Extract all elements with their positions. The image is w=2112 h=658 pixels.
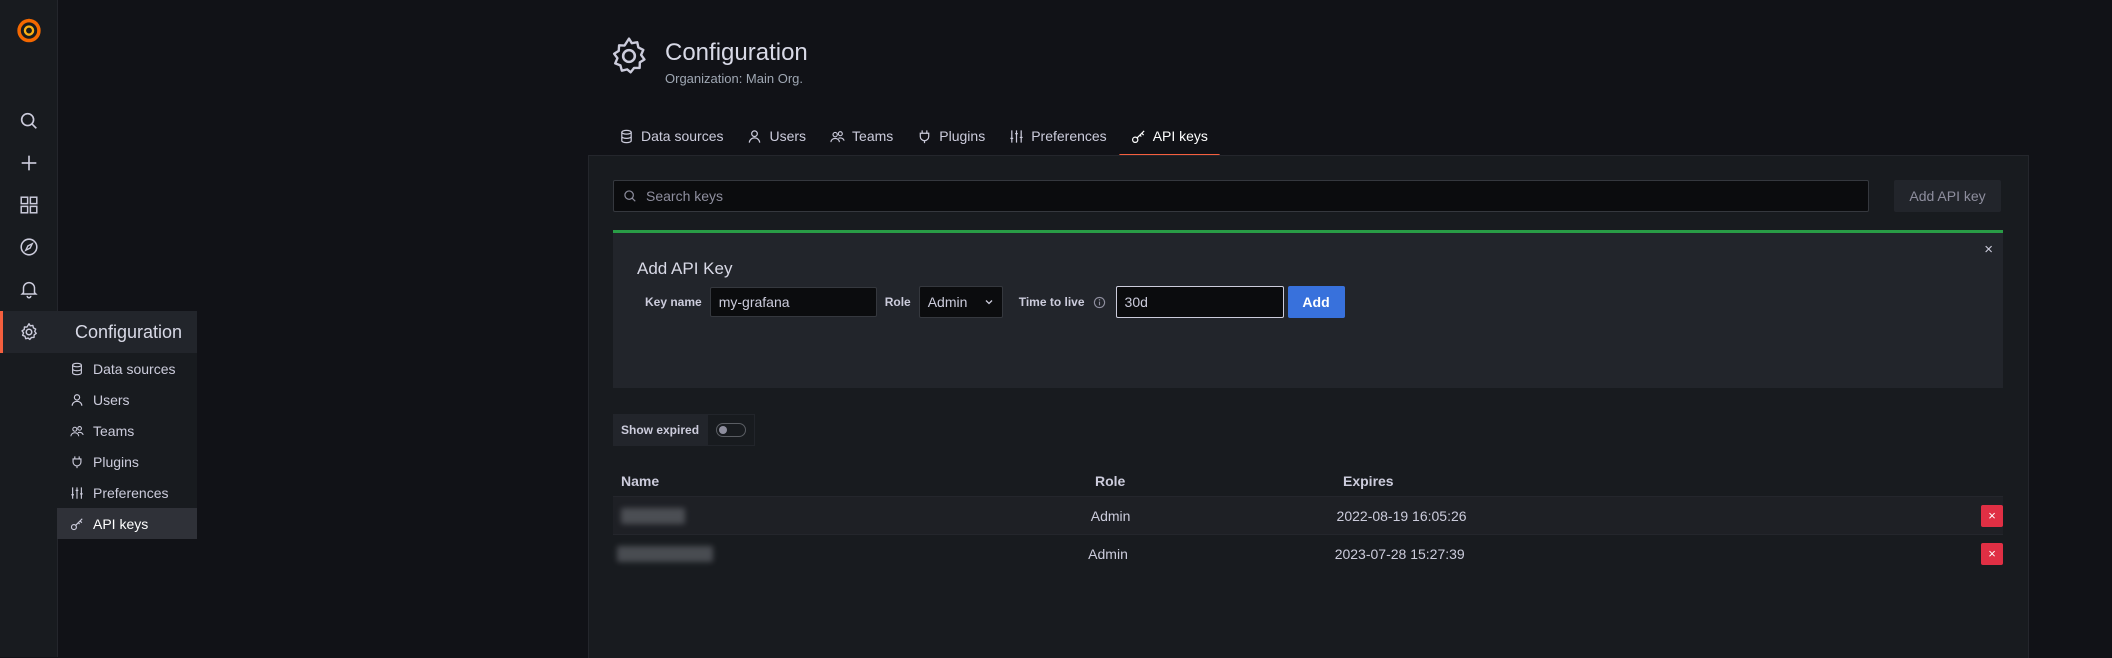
page-subtitle: Organization: Main Org. xyxy=(665,71,804,86)
tab-preferences[interactable]: Preferences xyxy=(997,117,1118,155)
tab-api-keys[interactable]: API keys xyxy=(1118,117,1221,157)
flyout-item-label: API keys xyxy=(93,515,149,532)
configuration-flyout-menu: Configuration Data sources Users Teams P… xyxy=(57,311,197,539)
search-box[interactable] xyxy=(613,180,1869,212)
flyout-item-label: Users xyxy=(93,391,130,408)
gear-icon[interactable] xyxy=(0,311,57,353)
database-icon xyxy=(619,129,641,144)
user-icon xyxy=(747,129,769,144)
add-panel-title: Add API Key xyxy=(637,259,733,278)
tab-plugins[interactable]: Plugins xyxy=(905,117,997,155)
flyout-title[interactable]: Configuration xyxy=(57,311,197,353)
key-icon xyxy=(1131,129,1153,144)
flyout-item-api-keys[interactable]: API keys xyxy=(57,508,197,539)
tab-label: Preferences xyxy=(1031,128,1107,144)
flyout-item-label: Teams xyxy=(93,422,135,439)
plug-icon xyxy=(70,455,93,469)
show-expired-label: Show expired xyxy=(613,414,708,446)
redacted-name xyxy=(621,507,685,524)
column-header-expires: Expires xyxy=(1343,473,1394,489)
search-icon[interactable] xyxy=(0,100,57,142)
config-tabs: Data sources Users Teams Plugins Prefere… xyxy=(607,117,1221,157)
ttl-label: Time to live xyxy=(1018,295,1085,309)
info-circle-icon[interactable] xyxy=(1093,296,1106,309)
column-header-role: Role xyxy=(1095,473,1126,489)
key-name-input[interactable]: my-grafana xyxy=(709,287,877,317)
show-expired-row: Show expired xyxy=(613,414,756,446)
users-icon xyxy=(830,129,852,144)
users-icon xyxy=(70,424,93,438)
flyout-item-preferences[interactable]: Preferences xyxy=(57,477,197,508)
table-header: Name Role Expires xyxy=(613,466,2003,496)
dashboards-icon[interactable] xyxy=(0,184,57,226)
role-label: Role xyxy=(884,295,911,309)
role-select-value: Admin xyxy=(927,294,968,310)
database-icon xyxy=(70,362,93,376)
key-name-cell xyxy=(613,507,1091,524)
plug-icon xyxy=(917,129,939,144)
tab-teams[interactable]: Teams xyxy=(818,117,905,155)
key-expires-cell: 2023-07-28 15:27:39 xyxy=(1334,545,1465,562)
search-icon xyxy=(614,189,644,203)
user-icon xyxy=(70,393,93,407)
key-name-label: Key name xyxy=(645,295,702,309)
flyout-item-label: Plugins xyxy=(93,453,139,470)
flyout-item-label: Data sources xyxy=(93,360,176,377)
compass-icon[interactable] xyxy=(0,226,57,268)
show-expired-toggle[interactable] xyxy=(716,423,747,437)
add-api-key-button[interactable]: Add API key xyxy=(1894,180,2001,212)
api-keys-page: Add API key Add API Key × Key name my-gr… xyxy=(588,155,2029,658)
gear-icon xyxy=(607,34,651,78)
delete-button[interactable]: × xyxy=(1981,504,2003,527)
key-icon xyxy=(70,517,93,531)
table-row: Admin 2022-08-19 16:05:26 × xyxy=(613,496,2003,534)
page-header: Configuration Organization: Main Org. xyxy=(607,34,808,86)
tab-label: API keys xyxy=(1152,128,1208,144)
key-name-cell xyxy=(613,545,1088,562)
close-icon[interactable]: × xyxy=(1984,241,1993,258)
flyout-item-data-sources[interactable]: Data sources xyxy=(57,353,197,384)
tab-label: Data sources xyxy=(641,128,724,144)
key-role-cell: Admin xyxy=(1090,507,1131,524)
tab-label: Teams xyxy=(852,128,894,144)
plus-icon[interactable] xyxy=(0,142,57,184)
sliders-icon xyxy=(70,486,93,500)
tab-data-sources[interactable]: Data sources xyxy=(607,117,735,155)
page-title: Configuration xyxy=(665,39,808,66)
role-select[interactable]: Admin xyxy=(918,286,1003,318)
tab-label: Users xyxy=(769,128,807,144)
flyout-item-plugins[interactable]: Plugins xyxy=(57,446,197,477)
add-key-form: Key name my-grafana Role Admin Time to l… xyxy=(637,286,1345,318)
tab-label: Plugins xyxy=(939,128,986,144)
tab-users[interactable]: Users xyxy=(735,117,818,155)
add-button[interactable]: Add xyxy=(1287,286,1345,318)
chevron-down-icon xyxy=(984,297,994,307)
bell-icon[interactable] xyxy=(0,268,57,310)
flyout-item-users[interactable]: Users xyxy=(57,384,197,415)
grafana-logo-icon[interactable] xyxy=(0,8,57,52)
sliders-icon xyxy=(1009,129,1031,144)
table-row: Admin 2023-07-28 15:27:39 × xyxy=(613,534,2003,572)
api-keys-table: Name Role Expires Admin 2022-08-19 16:05… xyxy=(613,466,2003,572)
flyout-item-teams[interactable]: Teams xyxy=(57,415,197,446)
flyout-item-label: Preferences xyxy=(93,484,169,501)
add-api-key-panel: Add API Key × Key name my-grafana Role A… xyxy=(613,230,2003,388)
key-expires-cell: 2022-08-19 16:05:26 xyxy=(1336,507,1467,524)
ttl-input[interactable]: 30d xyxy=(1115,286,1284,318)
search-input[interactable] xyxy=(644,187,1868,205)
column-header-name: Name xyxy=(621,473,660,489)
side-menu xyxy=(0,0,58,657)
delete-button[interactable]: × xyxy=(1981,542,2003,565)
show-expired-switch-wrap xyxy=(707,414,756,446)
redacted-name xyxy=(617,545,713,562)
key-role-cell: Admin xyxy=(1088,545,1128,562)
